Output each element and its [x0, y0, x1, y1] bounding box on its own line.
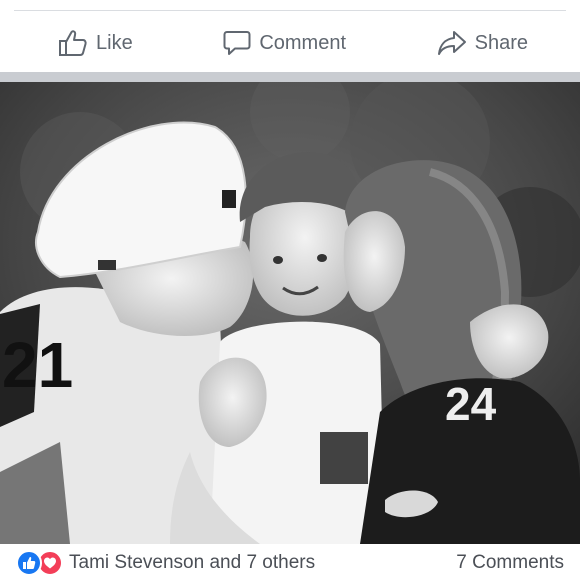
reactions-summary[interactable]: Tami Stevenson and 7 others: [16, 549, 315, 576]
comments-count-link[interactable]: 7 Comments: [456, 552, 564, 574]
post-photo[interactable]: 21 24: [0, 82, 580, 544]
share-label: Share: [474, 31, 528, 54]
comment-button[interactable]: Comment: [223, 29, 346, 57]
post-separator: [0, 72, 580, 82]
comment-label: Comment: [259, 31, 347, 54]
like-label: Like: [96, 31, 133, 54]
share-button[interactable]: Share: [437, 29, 528, 57]
like-button[interactable]: Like: [58, 29, 133, 57]
svg-text:24: 24: [445, 378, 497, 430]
post-footer: Tami Stevenson and 7 others 7 Comments: [0, 546, 580, 579]
comment-bubble-icon: [223, 29, 251, 57]
reactions-names[interactable]: Tami Stevenson and 7 others: [69, 552, 315, 574]
like-reaction-icon: [16, 549, 42, 576]
svg-text:21: 21: [2, 329, 73, 401]
share-arrow-icon: [437, 29, 467, 57]
top-divider: [14, 10, 566, 11]
thumbs-up-icon: [58, 29, 88, 57]
family-photo-image: 21 24: [0, 82, 580, 544]
post-action-bar: Like Comment Share: [0, 14, 580, 72]
